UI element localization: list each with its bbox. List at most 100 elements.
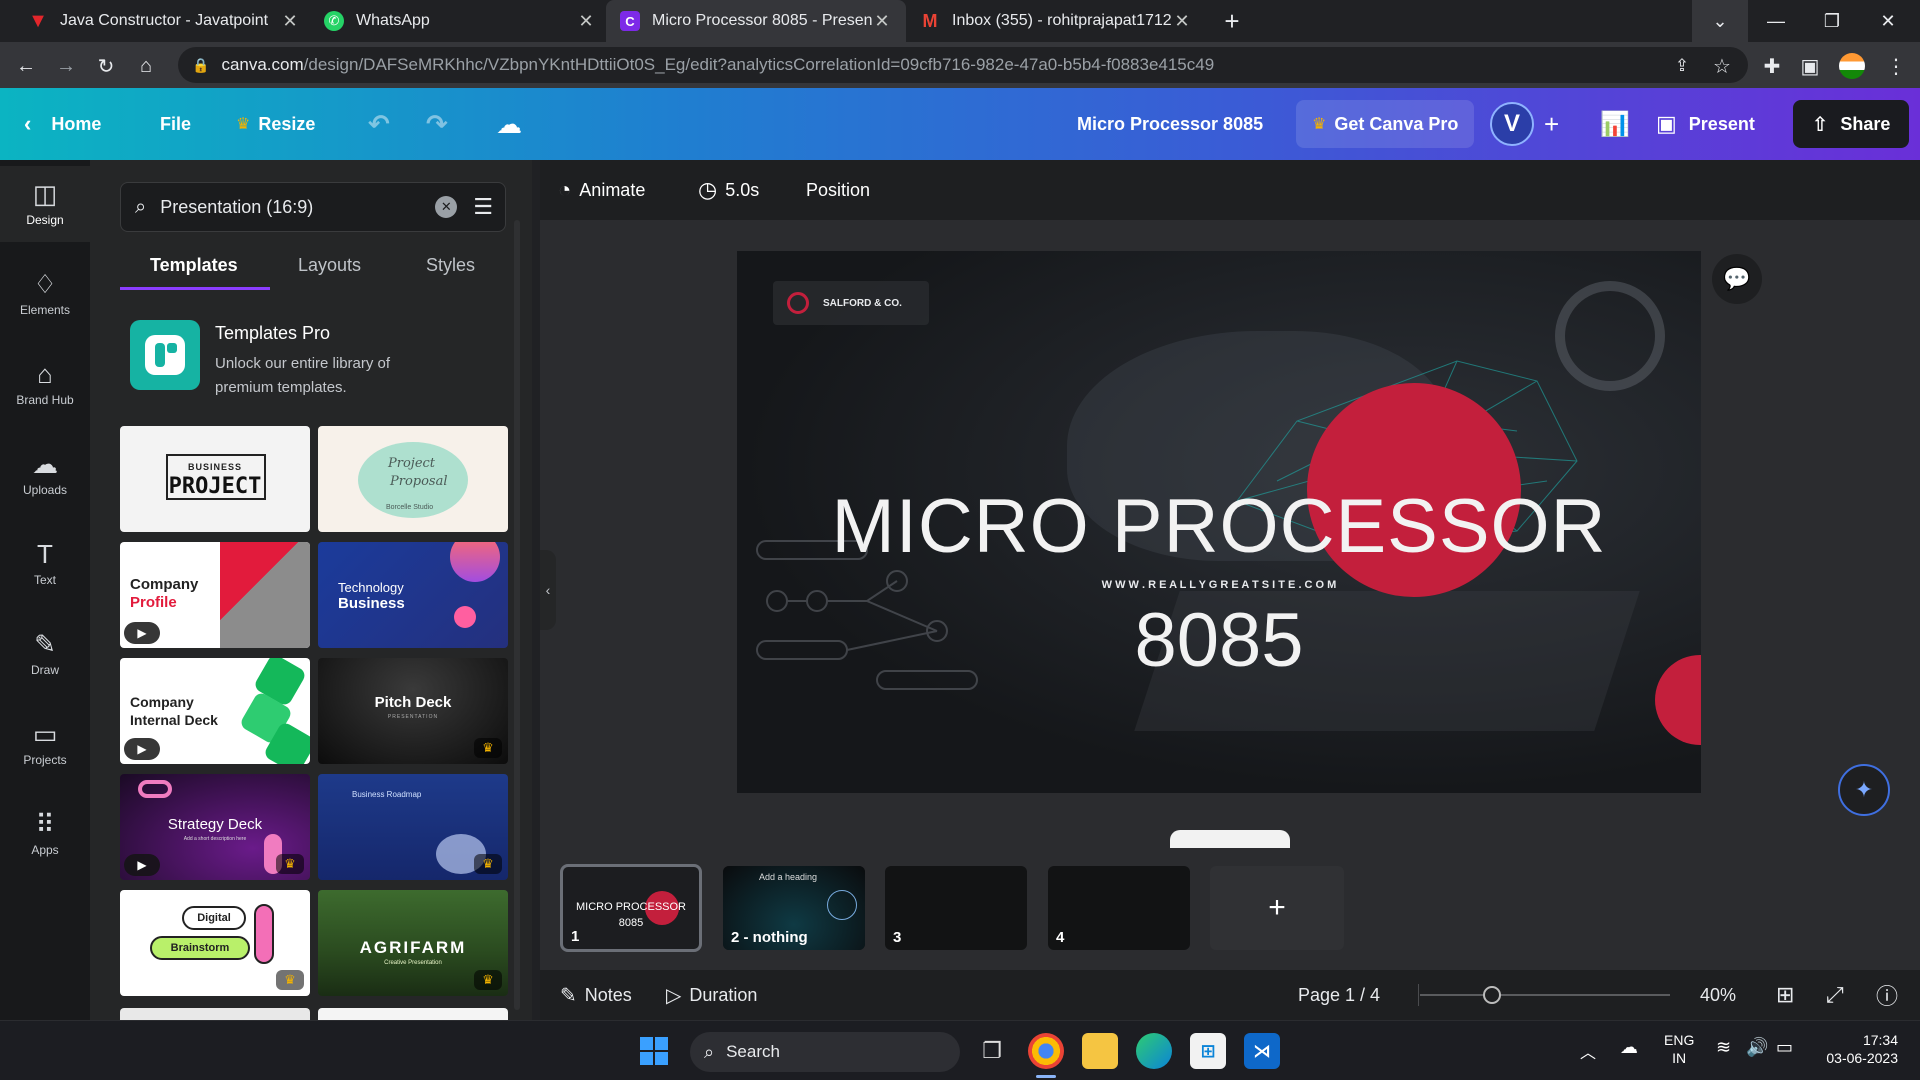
zoom-slider-handle[interactable] <box>1483 986 1501 1004</box>
browser-menu-icon[interactable]: ⋮ <box>1880 50 1912 82</box>
add-collaborator-icon[interactable]: + <box>1544 88 1559 160</box>
close-window-button[interactable]: ✕ <box>1860 0 1916 42</box>
rail-projects[interactable]: ▭ Projects <box>0 706 90 782</box>
position-button[interactable]: Position <box>806 160 870 220</box>
bookmark-star-icon[interactable]: ☆ <box>1706 50 1738 82</box>
reload-icon[interactable]: ↻ <box>90 50 122 82</box>
rail-apps[interactable]: ⠿ Apps <box>0 796 90 872</box>
back-icon[interactable]: ← <box>10 50 42 82</box>
rail-brand-hub[interactable]: ⌂ Brand Hub <box>0 346 90 422</box>
tab-canva[interactable]: C Micro Processor 8085 - Presentat ✕ <box>606 0 906 42</box>
template-strategy-deck[interactable]: Strategy Deck Add a short description he… <box>120 774 310 880</box>
template-business-project[interactable]: BUSINESS PROJECT <box>120 426 310 532</box>
slide-title[interactable]: MICRO PROCESSOR <box>737 483 1701 570</box>
extensions-icon[interactable]: ✚ <box>1756 50 1788 82</box>
side-panel-icon[interactable]: ▣ <box>1794 50 1826 82</box>
minimize-button[interactable]: — <box>1748 0 1804 42</box>
tab-javatpoint[interactable]: ▼ Java Constructor - Javatpoint ✕ <box>14 0 314 42</box>
design-title[interactable]: Micro Processor 8085 <box>1077 88 1263 160</box>
clear-search-icon[interactable]: ✕ <box>435 196 458 218</box>
forward-icon[interactable]: → <box>50 50 82 82</box>
zoom-level[interactable]: 40% <box>1700 970 1736 1020</box>
page-thumbnail-2[interactable]: Add a heading 2 - nothing <box>723 866 865 950</box>
restore-button[interactable]: ❐ <box>1804 0 1860 42</box>
slide-canvas[interactable]: SALFORD & CO. MICRO PROCESSOR W W W . R … <box>737 251 1701 793</box>
slide-website[interactable]: W W W . R E A L L Y G R E A T S I T E . … <box>737 579 1701 591</box>
share-button[interactable]: ⇧ Share <box>1793 100 1909 148</box>
chrome-icon[interactable] <box>1028 1033 1064 1069</box>
redo-icon[interactable]: ↷ <box>426 88 448 160</box>
tab-styles[interactable]: Styles <box>426 255 475 276</box>
filter-sliders-icon[interactable]: ☰ <box>473 194 493 220</box>
tab-search-icon[interactable]: ⌄ <box>1692 0 1748 42</box>
tab-layouts[interactable]: Layouts <box>298 255 361 276</box>
taskbar-search-input[interactable]: ⌕ Search <box>690 1032 960 1072</box>
home-button[interactable]: ‹ Home <box>24 88 101 160</box>
template-technology-business[interactable]: Technology Business <box>318 542 508 648</box>
rail-uploads[interactable]: ☁ Uploads <box>0 436 90 512</box>
add-comment-icon[interactable]: 💬 <box>1712 254 1762 304</box>
tray-chevron-up-icon[interactable]: ︿ <box>1580 1039 1596 1063</box>
edge-icon[interactable] <box>1136 1033 1172 1069</box>
zoom-slider-track[interactable] <box>1420 994 1670 996</box>
tab-templates[interactable]: Templates <box>150 255 238 276</box>
microsoft-store-icon[interactable]: ⊞ <box>1190 1033 1226 1069</box>
template-business-roadmap[interactable]: Business Roadmap ♛ <box>318 774 508 880</box>
url-input[interactable]: 🔒 canva.com/design/DAFSeMRKhhc/VZbpnYKnt… <box>178 47 1748 83</box>
rail-design[interactable]: ◫ Design <box>0 166 90 242</box>
insights-chart-icon[interactable]: 📊 <box>1600 88 1630 160</box>
template-partial[interactable] <box>120 1008 310 1020</box>
cloud-saved-icon[interactable]: ☁ <box>496 88 522 160</box>
file-explorer-icon[interactable] <box>1082 1033 1118 1069</box>
duration-button[interactable]: ▷ Duration <box>666 970 757 1020</box>
tab-gmail[interactable]: M Inbox (355) - rohitprajapat17120... ✕ <box>906 0 1206 42</box>
home-icon[interactable]: ⌂ <box>130 50 162 82</box>
language-indicator[interactable]: ENG IN <box>1664 1031 1694 1067</box>
onedrive-offline-icon[interactable]: ☁ <box>1620 1037 1638 1058</box>
page-thumbnail-1[interactable]: MICRO PROCESSOR 8085 1 <box>560 864 702 952</box>
close-icon[interactable]: ✕ <box>576 11 596 32</box>
template-partial[interactable] <box>318 1008 508 1020</box>
template-project-proposal[interactable]: Project Proposal Borcelle Studio <box>318 426 508 532</box>
grid-view-icon[interactable]: ⊞ <box>1776 970 1794 1020</box>
collapse-panel-handle[interactable]: ‹ <box>540 550 556 630</box>
present-button[interactable]: ▣ Present <box>1656 88 1755 160</box>
rail-draw[interactable]: ✎ Draw <box>0 616 90 692</box>
duration-timer-button[interactable]: ◷ 5.0s <box>698 160 759 220</box>
close-icon[interactable]: ✕ <box>280 11 300 32</box>
fullscreen-icon[interactable]: ⤢ <box>1826 970 1844 1020</box>
battery-icon[interactable]: ▭ <box>1776 1037 1793 1058</box>
new-tab-button[interactable]: + <box>1206 0 1258 42</box>
get-canva-pro-button[interactable]: ♛ Get Canva Pro <box>1296 100 1475 148</box>
clock[interactable]: 17:34 03-06-2023 <box>1818 1031 1898 1067</box>
share-page-icon[interactable]: ⇪ <box>1666 50 1698 82</box>
template-digital-brainstorm[interactable]: Digital Brainstorm ♛ <box>120 890 310 996</box>
help-icon[interactable]: ⓘ <box>1876 970 1898 1020</box>
close-icon[interactable]: ✕ <box>1172 11 1192 32</box>
animate-button[interactable]: ◔ Animate <box>558 160 645 220</box>
template-agrifarm[interactable]: AGRIFARM Creative Presentation ♛ <box>318 890 508 996</box>
add-page-button[interactable]: + <box>1210 866 1344 950</box>
profile-icon[interactable] <box>1836 50 1868 82</box>
template-pitch-deck[interactable]: Pitch Deck PRESENTATION ♛ <box>318 658 508 764</box>
wifi-icon[interactable]: ≋ <box>1716 1037 1731 1058</box>
page-indicator[interactable]: Page 1 / 4 <box>1298 970 1380 1020</box>
page-thumbnail-4[interactable]: 4 <box>1048 866 1190 950</box>
undo-icon[interactable]: ↶ <box>368 88 390 160</box>
file-menu-button[interactable]: File <box>160 88 191 160</box>
panel-scrollbar[interactable] <box>514 220 520 1010</box>
task-view-icon[interactable]: ❐ <box>974 1033 1010 1069</box>
close-icon[interactable]: ✕ <box>872 11 892 32</box>
rail-text[interactable]: T Text <box>0 526 90 602</box>
volume-icon[interactable]: 🔊 <box>1746 1037 1768 1058</box>
template-company-internal-deck[interactable]: Company Internal Deck ▶ <box>120 658 310 764</box>
notes-button[interactable]: ✎ Notes <box>560 970 632 1020</box>
page-thumbnail-3[interactable]: 3 <box>885 866 1027 950</box>
template-search-input[interactable]: ⌕ Presentation (16:9) ✕ ☰ <box>120 182 506 232</box>
tab-whatsapp[interactable]: ✆ WhatsApp ✕ <box>310 0 610 42</box>
vscode-icon[interactable]: ⋊ <box>1244 1033 1280 1069</box>
avatar[interactable]: V <box>1490 102 1534 146</box>
resize-button[interactable]: ♛ Resize <box>236 88 315 160</box>
magic-assistant-icon[interactable]: ✦ <box>1838 764 1890 816</box>
brand-badge[interactable]: SALFORD & CO. <box>773 281 929 325</box>
